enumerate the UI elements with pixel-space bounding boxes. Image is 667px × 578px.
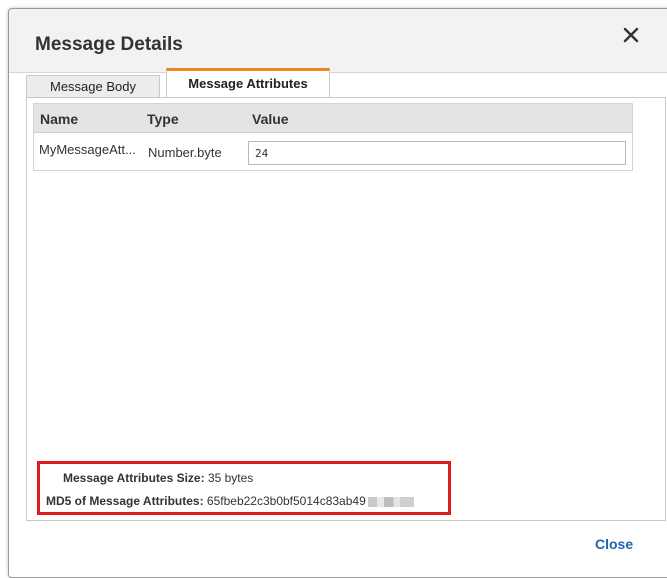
column-header-value: Value xyxy=(252,111,289,127)
dialog-header: Message Details xyxy=(9,9,667,73)
column-header-name: Name xyxy=(40,111,79,127)
attribute-value-field[interactable] xyxy=(248,141,626,165)
tab-message-attributes[interactable]: Message Attributes xyxy=(166,68,330,98)
md5-value: 65fbeb22c3b0bf5014c83ab49 xyxy=(206,494,366,508)
column-header-type: Type xyxy=(147,111,179,127)
attribute-type: Number.byte xyxy=(148,145,222,160)
table-header: Name Type Value xyxy=(34,104,632,133)
tab-panel: Name Type Value MyMessageAtt... Number.b… xyxy=(26,97,666,521)
md5-row: MD5 of Message Attributes: 65fbeb22c3b0b… xyxy=(46,494,414,508)
redacted-region xyxy=(367,496,414,507)
attributes-size-value: 35 bytes xyxy=(207,471,254,485)
tab-bar: Message Body Message Attributes xyxy=(26,68,666,98)
dialog-title: Message Details xyxy=(35,34,183,55)
attribute-name: MyMessageAtt... xyxy=(39,142,136,157)
attributes-size-label: Message Attributes Size: xyxy=(63,471,205,485)
table-row: MyMessageAtt... Number.byte xyxy=(34,133,632,170)
attributes-table: Name Type Value MyMessageAtt... Number.b… xyxy=(33,103,633,171)
close-button[interactable]: Close xyxy=(595,536,633,552)
close-icon[interactable] xyxy=(620,24,642,46)
md5-label: MD5 of Message Attributes: xyxy=(46,494,204,508)
tab-message-body[interactable]: Message Body xyxy=(26,75,160,98)
attributes-size-row: Message Attributes Size: 35 bytes xyxy=(63,471,253,485)
